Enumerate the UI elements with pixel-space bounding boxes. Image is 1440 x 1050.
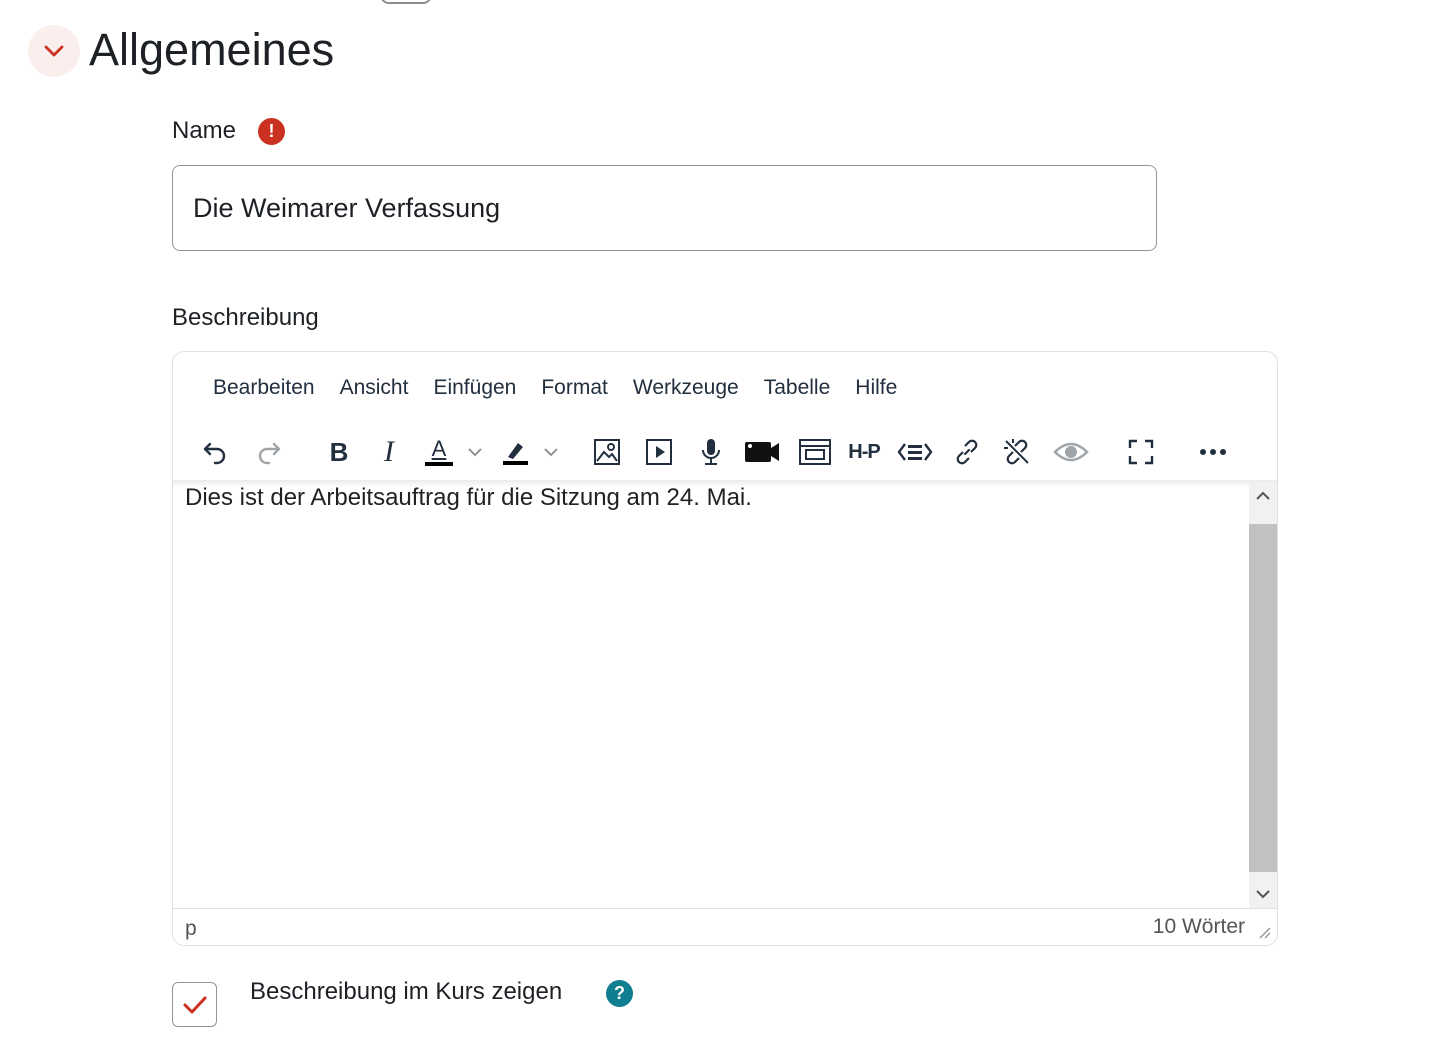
editor-menubar: Bearbeiten Ansicht Einfügen Format Werkz… [201,372,910,404]
accessibility-icon [1053,442,1089,462]
bold-button[interactable]: B [321,432,357,472]
more-button[interactable] [1193,432,1233,472]
media-button[interactable] [641,432,677,472]
required-icon: ! [258,118,285,145]
show-in-course-checkbox[interactable] [172,982,217,1027]
word-count[interactable]: 10 Wörter [1153,915,1245,939]
highlight-icon [503,443,528,465]
resize-handle-icon[interactable] [1257,925,1271,939]
unlink-button[interactable] [999,432,1035,472]
undo-button[interactable] [197,432,233,472]
fullscreen-icon [1128,439,1154,465]
redo-button[interactable] [251,432,287,472]
menu-insert[interactable]: Einfügen [421,372,528,404]
highlight-button[interactable] [497,432,533,472]
unlink-icon [1004,439,1029,465]
section-title: Allgemeines [89,24,335,75]
collapse-section-button[interactable] [28,25,80,77]
menu-help[interactable]: Hilfe [843,372,909,404]
highlight-dropdown[interactable] [539,432,563,472]
record-audio-icon [702,439,720,465]
media-icon [646,439,672,465]
name-label: Name [172,117,237,144]
more-icon [1200,449,1226,455]
link-icon [956,439,978,465]
rich-text-editor: Bearbeiten Ansicht Einfügen Format Werkz… [172,351,1278,946]
fullscreen-button[interactable] [1123,432,1159,472]
record-audio-button[interactable] [693,432,729,472]
menu-format[interactable]: Format [529,372,620,404]
description-label: Beschreibung [172,304,319,331]
menu-edit[interactable]: Bearbeiten [201,372,327,404]
menu-table[interactable]: Tabelle [752,372,843,404]
menu-tools[interactable]: Werkzeuge [621,372,751,404]
editor-content[interactable]: Dies ist der Arbeitsauftrag für die Sitz… [185,483,1245,908]
text-color-dropdown[interactable] [463,432,487,472]
italic-button[interactable]: I [371,432,407,472]
accessibility-checker-button[interactable] [1051,432,1091,472]
show-in-course-label: Beschreibung im Kurs zeigen [250,978,563,1005]
checkmark-icon [183,996,206,1013]
menu-view[interactable]: Ansicht [328,372,421,404]
chevron-down-icon [44,45,64,57]
html-button[interactable] [895,432,935,472]
element-path[interactable]: p [185,917,197,941]
toggle-control[interactable] [380,0,432,4]
undo-icon [203,442,226,465]
h5p-button[interactable]: H-P [843,432,885,472]
help-icon[interactable]: ? [606,980,633,1007]
scroll-down-button[interactable] [1249,880,1277,908]
image-icon [594,439,620,465]
name-input[interactable] [172,165,1157,251]
chevron-up-icon [1256,491,1270,500]
scroll-thumb[interactable] [1249,524,1277,872]
editor-paragraph: Dies ist der Arbeitsauftrag für die Sitz… [185,484,752,511]
record-video-button[interactable] [741,432,783,472]
link-button[interactable] [949,432,985,472]
image-button[interactable] [589,432,625,472]
chevron-down-icon [1256,890,1270,899]
embed-button[interactable] [795,432,835,472]
chevron-down-icon [468,448,482,457]
html-icon [897,443,933,461]
embed-icon [799,439,831,465]
text-color-button[interactable]: A [421,432,457,472]
editor-statusbar: p 10 Wörter [173,908,1277,945]
text-color-icon: A [431,436,447,461]
text-color-swatch [425,462,453,466]
record-video-icon [745,442,779,462]
scroll-up-button[interactable] [1249,482,1277,510]
chevron-down-icon [544,448,558,457]
editor-toolbar: B I A H-P [173,422,1277,482]
editor-scrollbar[interactable] [1249,482,1277,908]
redo-icon [258,442,281,465]
